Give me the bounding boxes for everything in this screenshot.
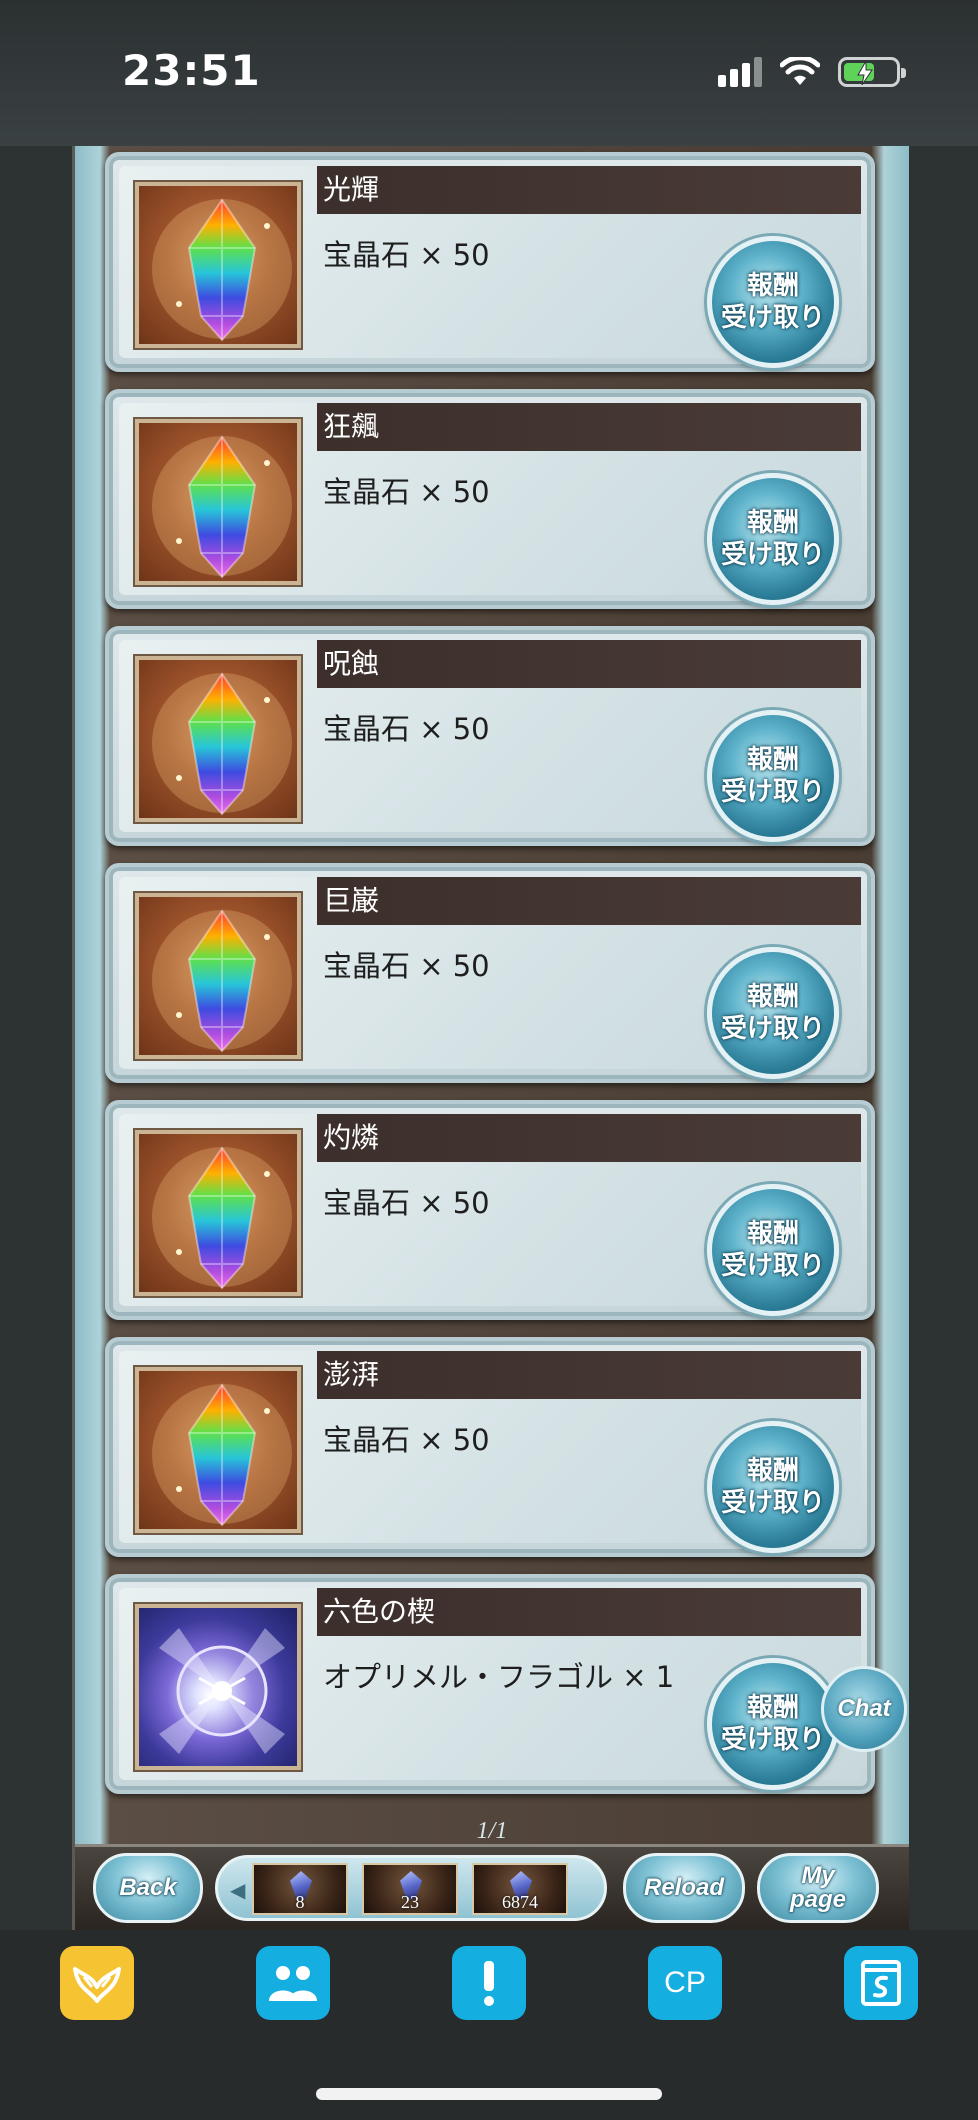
panel-body: 巨巌 宝晶石 × 50 報酬 受け取り — [119, 877, 861, 1079]
page-indicator: 1/1 — [476, 1818, 508, 1844]
claim-label-line2: 受け取り — [720, 1251, 825, 1281]
reward-title: 狂飆 — [317, 403, 861, 451]
wing-icon[interactable] — [60, 1946, 134, 2020]
claim-reward-button[interactable]: 報酬 受け取り — [707, 473, 839, 605]
reward-item: 宝晶石 × 50 — [323, 949, 490, 983]
reward-title: 呪蝕 — [317, 640, 861, 688]
status-icons — [718, 52, 906, 92]
wifi-icon — [780, 57, 820, 85]
quick-item-count: 8 — [295, 1892, 305, 1912]
friends-icon[interactable] — [256, 1946, 330, 2020]
alert-icon[interactable] — [452, 1946, 526, 2020]
rainbow-crystal-icon — [133, 417, 303, 587]
claim-label-line2: 受け取り — [720, 1488, 825, 1518]
reward-item: オプリメル・フラゴル × 1 — [323, 1660, 675, 1694]
claim-label-line2: 受け取り — [720, 777, 825, 807]
claim-label-line1: 報酬 — [746, 982, 799, 1012]
reward-item: 宝晶石 × 50 — [323, 712, 490, 746]
panel-body: 灼燐 宝晶石 × 50 報酬 受け取り — [119, 1114, 861, 1316]
reward-item: 宝晶石 × 50 — [323, 1423, 490, 1457]
claim-reward-button[interactable]: 報酬 受け取り — [707, 710, 839, 842]
rainbow-crystal-icon — [133, 891, 303, 1061]
sheet-icon[interactable] — [844, 1946, 918, 2020]
claim-reward-button[interactable]: 報酬 受け取り — [707, 947, 839, 1079]
friends-glyph — [269, 1966, 317, 2001]
quick-item[interactable]: 23 — [362, 1863, 458, 1915]
sheet-glyph — [861, 1960, 901, 2006]
rainbow-crystal-icon — [133, 1128, 303, 1298]
reward-title: 光輝 — [317, 166, 861, 214]
prism-orb-icon — [133, 1602, 303, 1772]
claim-label-line2: 受け取り — [720, 1014, 825, 1044]
claim-label-line1: 報酬 — [746, 745, 799, 775]
rainbow-crystal-icon — [133, 654, 303, 824]
rainbow-crystal-icon — [133, 1365, 303, 1535]
reward-title: 巨巌 — [317, 877, 861, 925]
claim-label-line1: 報酬 — [746, 1219, 799, 1249]
status-time: 23:51 — [122, 46, 261, 95]
wing-glyph — [73, 1967, 121, 2003]
reward-title: 灼燐 — [317, 1114, 861, 1162]
chat-button[interactable]: Chat — [821, 1666, 907, 1752]
claim-label-line1: 報酬 — [746, 1693, 799, 1723]
cp-icon[interactable]: CP — [648, 1946, 722, 2020]
claim-reward-button[interactable]: 報酬 受け取り — [707, 1421, 839, 1553]
reward-title: 澎湃 — [317, 1351, 861, 1399]
claim-label-line1: 報酬 — [746, 1456, 799, 1486]
reward-panel: 六色の楔 オプリメル・フラゴル × 1 報酬 受け取り — [105, 1574, 875, 1794]
cellular-signal-icon — [718, 57, 762, 87]
mypage-button[interactable]: My page — [757, 1853, 879, 1923]
battery-charging-icon — [838, 57, 906, 87]
rainbow-crystal-icon — [133, 180, 303, 350]
claim-reward-button[interactable]: 報酬 受け取り — [707, 236, 839, 368]
mypage-label-line1: My — [801, 1862, 835, 1889]
claim-label-line2: 受け取り — [720, 1725, 825, 1755]
home-indicator — [316, 2088, 662, 2100]
status-bar: 23:51 — [0, 0, 978, 146]
game-view: 光輝 宝晶石 × 50 報酬 受け取り 狂飆 宝晶石 × 50 報酬 受け取り … — [72, 146, 909, 1930]
alert-glyph — [484, 1961, 494, 2006]
quick-item-count: 23 — [401, 1892, 419, 1912]
reward-panel: 巨巌 宝晶石 × 50 報酬 受け取り — [105, 863, 875, 1083]
reward-panel: 狂飆 宝晶石 × 50 報酬 受け取り — [105, 389, 875, 609]
reward-list[interactable]: 光輝 宝晶石 × 50 報酬 受け取り 狂飆 宝晶石 × 50 報酬 受け取り … — [75, 146, 909, 1846]
quick-item-count: 6874 — [502, 1892, 538, 1912]
panel-body: 呪蝕 宝晶石 × 50 報酬 受け取り — [119, 640, 861, 842]
left-arrow-icon[interactable]: ◀ — [230, 1878, 245, 1903]
reward-panel: 光輝 宝晶石 × 50 報酬 受け取り — [105, 152, 875, 372]
reward-item: 宝晶石 × 50 — [323, 238, 490, 272]
quick-item[interactable]: 6874 — [472, 1863, 568, 1915]
quick-item[interactable]: 8 — [252, 1863, 348, 1915]
reward-panel: 灼燐 宝晶石 × 50 報酬 受け取り — [105, 1100, 875, 1320]
back-button[interactable]: Back — [93, 1853, 203, 1923]
claim-label-line1: 報酬 — [746, 271, 799, 301]
reward-panel: 呪蝕 宝晶石 × 50 報酬 受け取り — [105, 626, 875, 846]
claim-label-line2: 受け取り — [720, 303, 825, 333]
panel-body: 光輝 宝晶石 × 50 報酬 受け取り — [119, 166, 861, 368]
reward-title: 六色の楔 — [317, 1588, 861, 1636]
claim-label-line2: 受け取り — [720, 540, 825, 570]
panel-body: 澎湃 宝晶石 × 50 報酬 受け取り — [119, 1351, 861, 1553]
panel-body: 狂飆 宝晶石 × 50 報酬 受け取り — [119, 403, 861, 605]
back-label: Back — [119, 1874, 177, 1901]
claim-label-line1: 報酬 — [746, 508, 799, 538]
claim-reward-button[interactable]: 報酬 受け取り — [707, 1184, 839, 1316]
reload-button[interactable]: Reload — [623, 1853, 745, 1923]
quick-items-bar[interactable]: ◀ 8 23 6874 — [215, 1855, 607, 1921]
claim-reward-button[interactable]: 報酬 受け取り — [707, 1658, 839, 1790]
game-nav-bar: Back ◀ 8 23 6874 Reload My page — [75, 1844, 909, 1930]
panel-body: 六色の楔 オプリメル・フラゴル × 1 報酬 受け取り — [119, 1588, 861, 1790]
mypage-label-line2: page — [789, 1886, 846, 1913]
reward-panel: 澎湃 宝晶石 × 50 報酬 受け取り — [105, 1337, 875, 1557]
reward-item: 宝晶石 × 50 — [323, 1186, 490, 1220]
reward-item: 宝晶石 × 50 — [323, 475, 490, 509]
cp-label: CP — [664, 1966, 706, 1999]
reload-label: Reload — [643, 1874, 724, 1901]
